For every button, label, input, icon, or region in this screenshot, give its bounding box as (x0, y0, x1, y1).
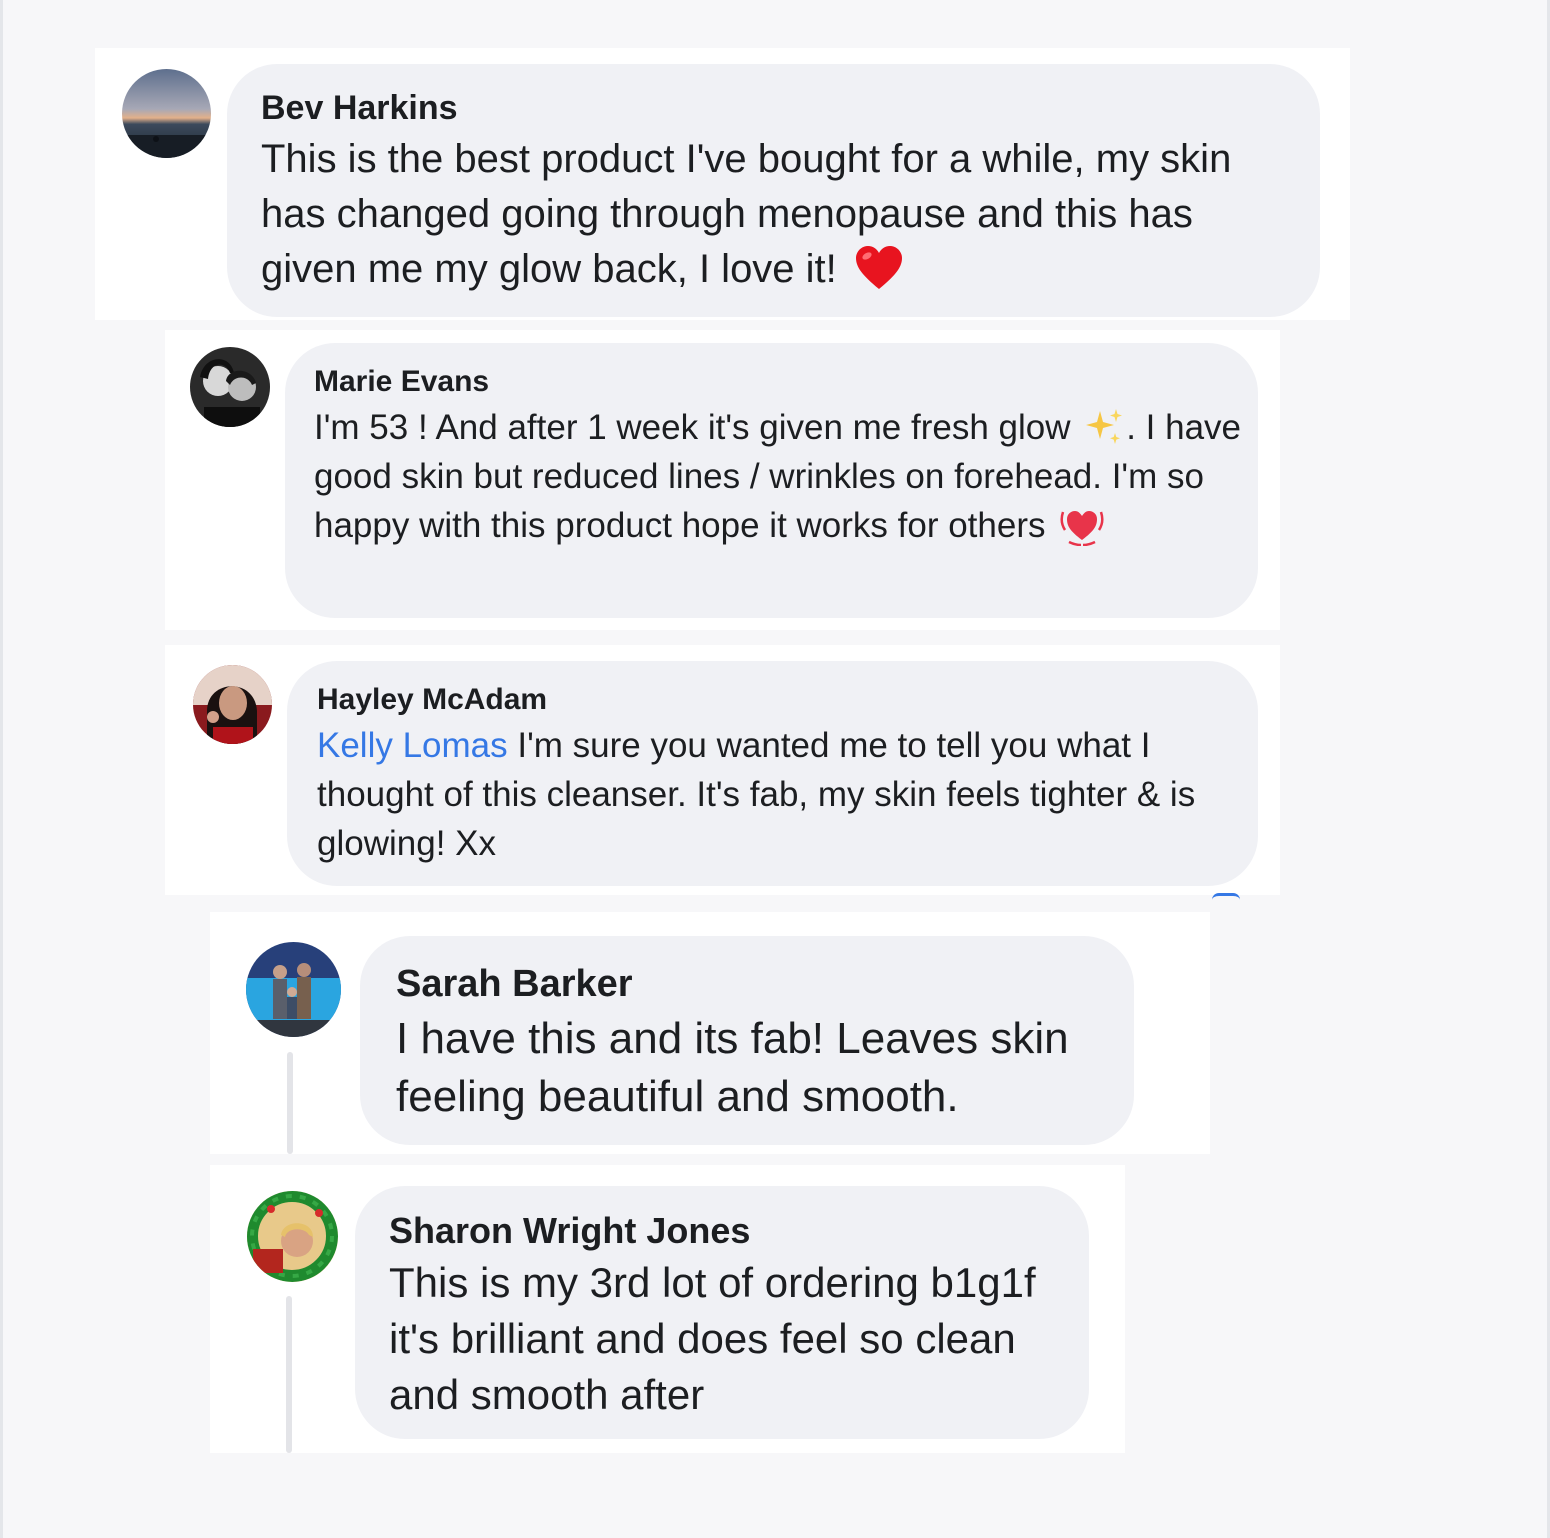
avatar[interactable] (193, 665, 272, 744)
comment-author-name[interactable]: Sarah Barker (396, 962, 633, 1006)
comment-body: I have this and its fab! Leaves skin fee… (396, 1014, 1069, 1121)
avatar[interactable] (247, 1191, 338, 1282)
sparkles-icon (1086, 408, 1123, 444)
sunset-beach-avatar-icon (122, 69, 211, 158)
comment-author-name[interactable]: Bev Harkins (261, 88, 458, 128)
partial-blue-indicator (1212, 893, 1240, 900)
family-group-avatar-icon (246, 942, 341, 1037)
beating-heart-icon (1060, 510, 1104, 546)
comment-author-name[interactable]: Sharon Wright Jones (389, 1210, 750, 1252)
thread-line (286, 1296, 292, 1453)
black-white-couple-avatar-icon (190, 347, 270, 427)
thread-line (287, 1052, 293, 1154)
cut-off-next-line: . - - - - - - - - (393, 1447, 813, 1453)
comment-body: This is my 3rd lot of ordering b1g1f it'… (389, 1259, 1036, 1418)
comment-body-start: I'm 53 ! And after 1 week it's given me … (314, 408, 1071, 447)
comment-author-name[interactable]: Marie Evans (314, 365, 489, 399)
page-border-left (0, 0, 3, 1538)
avatar[interactable] (246, 942, 341, 1037)
mention-link[interactable]: Kelly Lomas (317, 726, 508, 765)
christmas-wreath-avatar-icon (247, 1191, 338, 1282)
comment-author-name[interactable]: Hayley McAdam (317, 683, 547, 717)
comment-text: I'm 53 ! And after 1 week it's given me … (314, 403, 1249, 550)
avatar[interactable] (190, 347, 270, 427)
comment-text: Kelly Lomas I'm sure you wanted me to te… (317, 721, 1242, 868)
avatar[interactable] (122, 69, 211, 158)
comment-body: This is the best product I've bought for… (261, 137, 1232, 291)
comment-text: This is the best product I've bought for… (261, 132, 1291, 297)
woman-selfie-avatar-icon (193, 665, 272, 744)
red-heart-icon (855, 246, 902, 290)
